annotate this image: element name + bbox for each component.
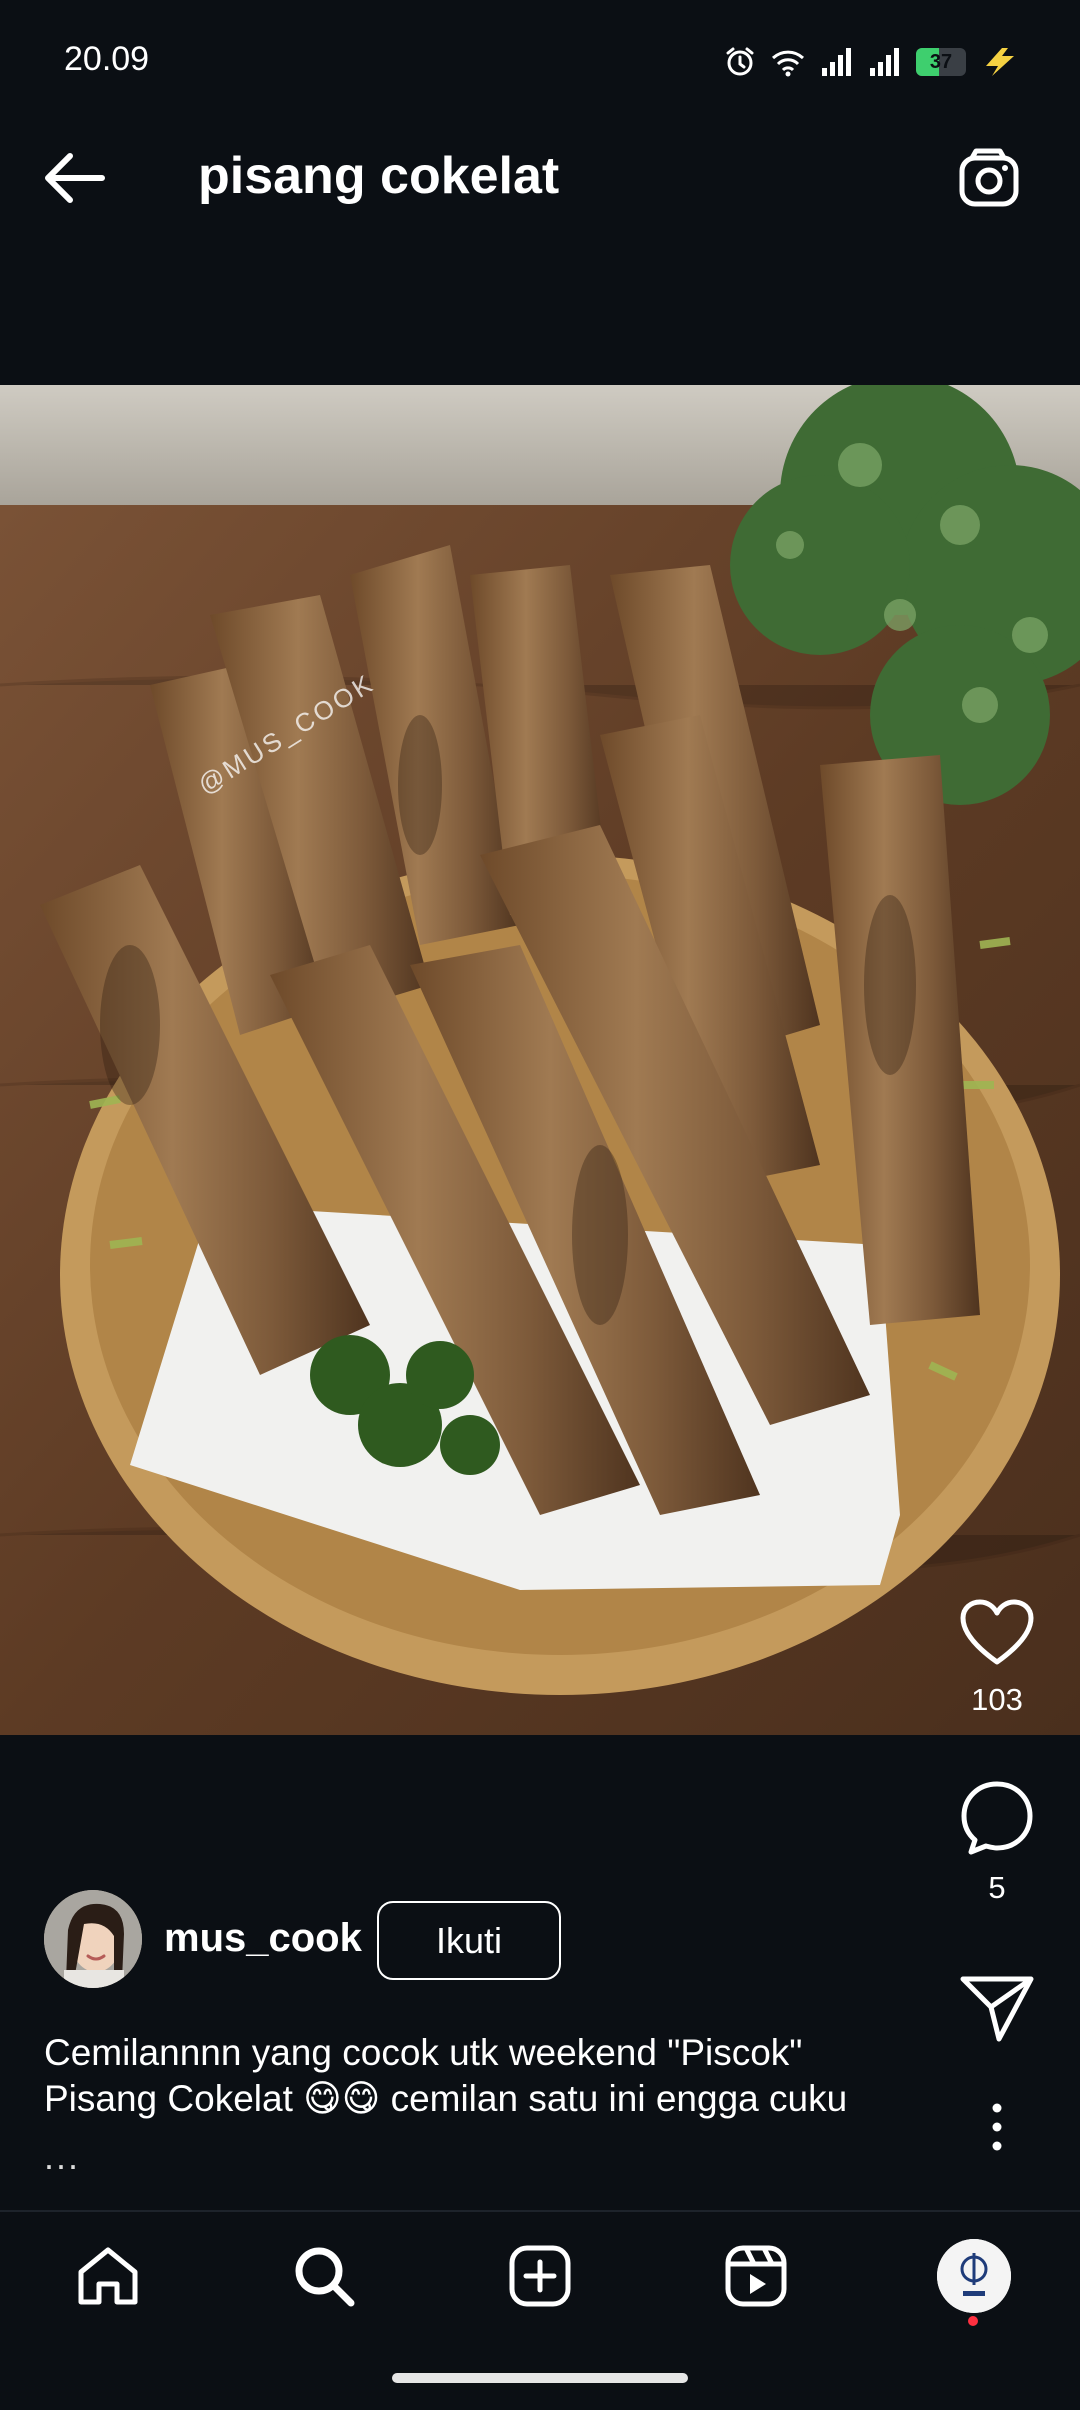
more-vertical-icon[interactable] xyxy=(987,2102,1007,2152)
create-icon[interactable] xyxy=(508,2244,572,2308)
profile-avatar-logo xyxy=(937,2239,1011,2313)
comment-count: 5 xyxy=(988,1870,1006,1905)
nav-reels[interactable] xyxy=(716,2236,796,2316)
nav-search[interactable] xyxy=(284,2236,364,2316)
page-title: pisang cokelat xyxy=(198,147,560,205)
wifi-icon xyxy=(771,50,805,77)
search-icon[interactable] xyxy=(291,2243,357,2309)
home-icon[interactable] xyxy=(75,2244,141,2308)
more-options-button[interactable] xyxy=(952,2102,1042,2152)
caption-more[interactable]: ... xyxy=(44,2136,80,2178)
post-photo: @MUS_COOK xyxy=(0,385,1080,1735)
comment-icon[interactable] xyxy=(959,1780,1035,1856)
battery-level: 37 xyxy=(929,50,953,73)
author-username[interactable]: mus_cook xyxy=(164,1916,362,1961)
avatar-image xyxy=(44,1890,142,1988)
camera-icon xyxy=(959,148,1019,207)
nav-home[interactable] xyxy=(68,2236,148,2316)
caption-line: Pisang Cokelat 😋😋 cemilan satu ini engga… xyxy=(44,2078,848,2119)
nav-create[interactable] xyxy=(500,2236,580,2316)
arrow-left-icon xyxy=(45,153,105,203)
like-action[interactable]: 103 xyxy=(952,1598,1042,1718)
charging-icon xyxy=(986,48,1014,76)
heart-icon[interactable] xyxy=(959,1598,1035,1668)
send-icon[interactable] xyxy=(959,1973,1035,2043)
signal-icon xyxy=(870,48,899,76)
battery-icon: 37 xyxy=(916,48,966,76)
like-count: 103 xyxy=(971,1682,1023,1717)
signal-icon xyxy=(822,48,851,76)
reels-icon[interactable] xyxy=(724,2244,788,2308)
caption-line: Cemilannnn yang cocok utk weekend "Pisco… xyxy=(44,2032,803,2073)
alarm-icon xyxy=(726,47,754,76)
nav-profile[interactable] xyxy=(934,2236,1014,2316)
share-action[interactable] xyxy=(952,1973,1042,2043)
post-caption[interactable]: Cemilannnn yang cocok utk weekend "Pisco… xyxy=(44,2030,944,2122)
camera-button[interactable] xyxy=(956,144,1026,214)
profile-avatar[interactable] xyxy=(937,2239,1011,2313)
follow-button[interactable]: Ikuti xyxy=(377,1901,561,1980)
notification-dot xyxy=(968,2316,978,2326)
back-button[interactable] xyxy=(40,146,120,210)
author-avatar[interactable] xyxy=(44,1890,142,1988)
status-time: 20.09 xyxy=(64,40,150,78)
status-icons: 37 xyxy=(724,42,1020,82)
post-photo-illustration: @MUS_COOK xyxy=(0,385,1080,1735)
comment-action[interactable]: 5 xyxy=(952,1780,1042,1906)
home-indicator[interactable] xyxy=(392,2373,688,2383)
